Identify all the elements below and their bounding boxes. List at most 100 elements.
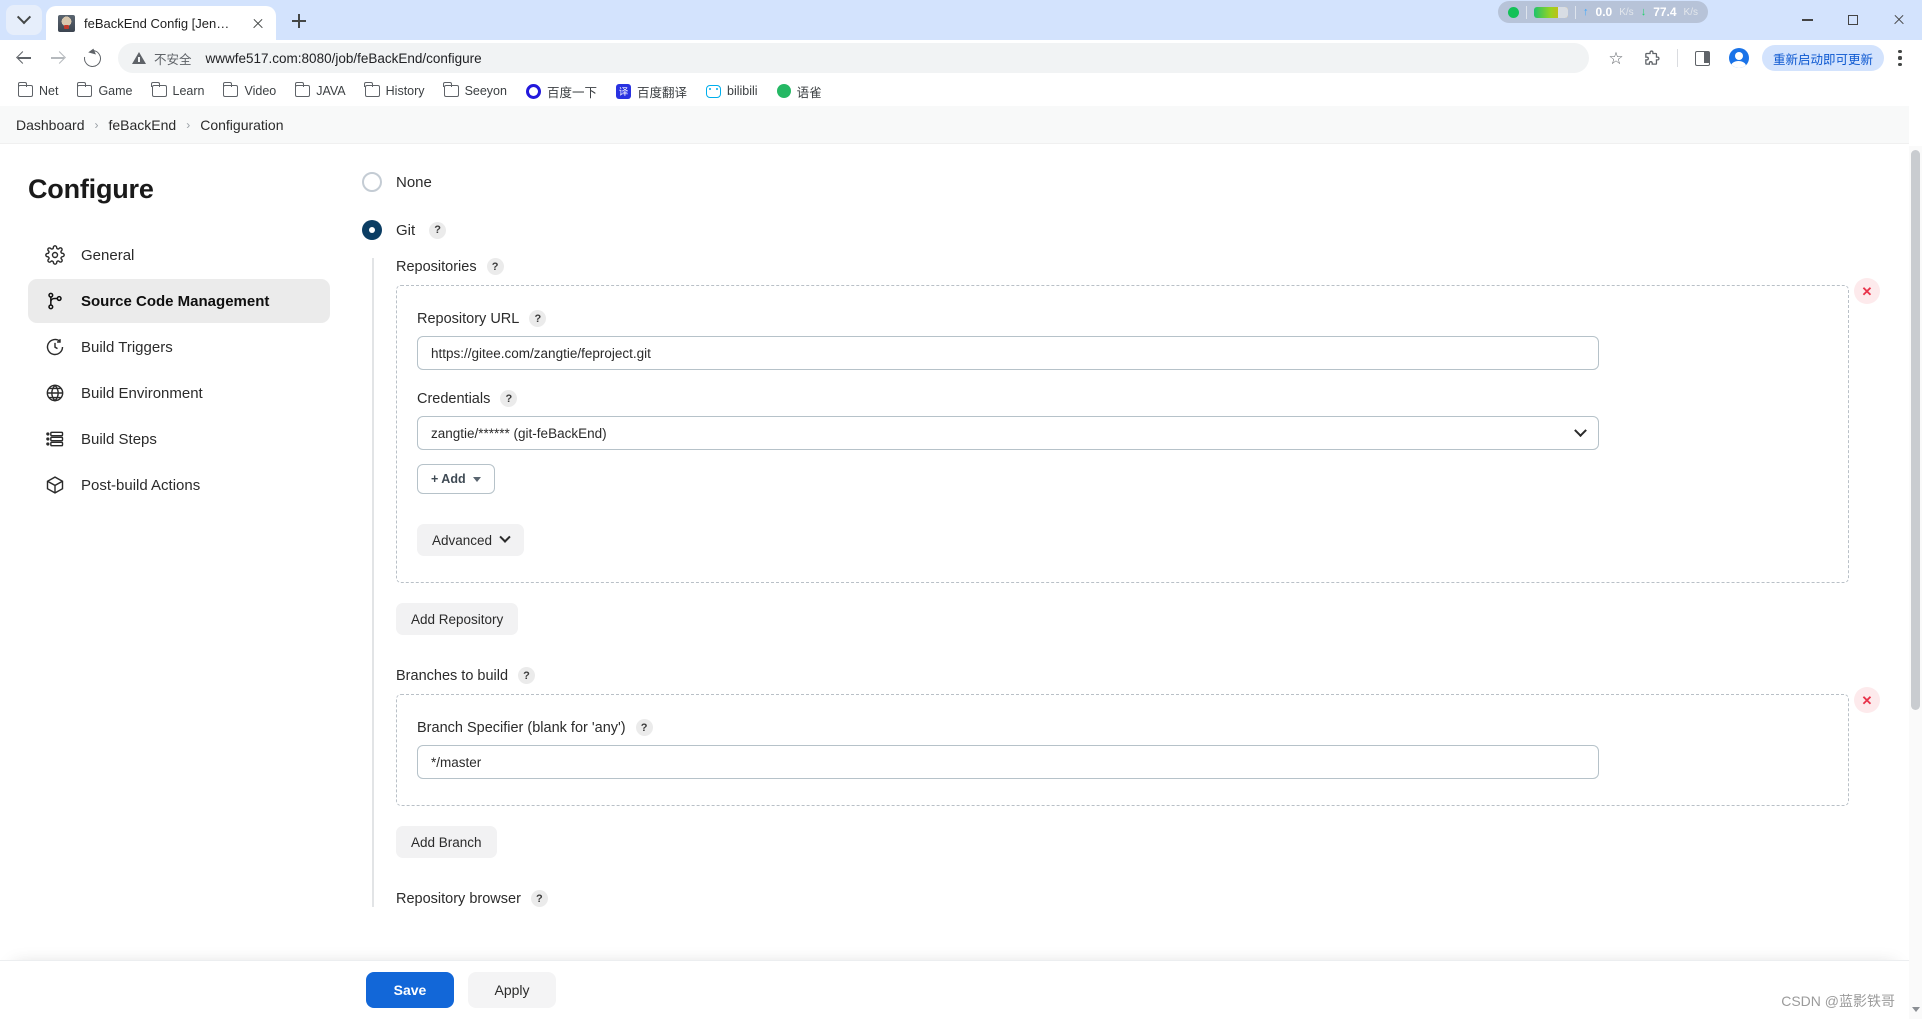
puzzle-piece-icon xyxy=(1645,49,1660,65)
network-speed-widget[interactable]: ↑ 0.0 K/s ↓ 77.4 K/s xyxy=(1498,1,1708,23)
breadcrumb-dashboard[interactable]: Dashboard xyxy=(16,117,85,133)
advanced-button[interactable]: Advanced xyxy=(417,524,525,556)
close-icon[interactable] xyxy=(248,13,268,33)
security-status-text: 不安全 xyxy=(154,52,192,67)
sidebar-item-label: Build Triggers xyxy=(81,338,173,356)
git-settings: Repositories ? ✕ Repository URL ? https:… xyxy=(372,258,1880,907)
tab-search-button[interactable] xyxy=(6,5,42,35)
kebab-menu-icon[interactable] xyxy=(1886,43,1914,73)
delete-x-icon: ✕ xyxy=(1861,283,1873,299)
save-button[interactable]: Save xyxy=(366,972,454,1008)
maximize-icon xyxy=(1848,15,1858,25)
folder-icon xyxy=(364,82,380,97)
branch-block: ✕ Branch Specifier (blank for 'any') ? *… xyxy=(396,687,1880,806)
branches-label-row: Branches to build ? xyxy=(396,667,1849,684)
side-panel-icon xyxy=(1695,50,1711,66)
configure-sidebar: Configure General Source Code Management xyxy=(0,162,330,917)
bookmarks-bar: Net Game Learn Video JAVA History Seeyon… xyxy=(0,76,1922,106)
branch-specifier-label-row: Branch Specifier (blank for 'any') ? xyxy=(417,719,1826,736)
extensions-button[interactable] xyxy=(1635,42,1669,74)
divider xyxy=(1575,5,1577,19)
bookmark-bilibili[interactable]: bilibili xyxy=(698,80,766,102)
minimize-button[interactable] xyxy=(1784,0,1830,40)
folder-icon xyxy=(294,82,311,97)
sidebar-item-general[interactable]: General xyxy=(28,233,330,277)
bookmark-seeyon[interactable]: Seeyon xyxy=(436,80,515,102)
caret-down-icon xyxy=(472,476,481,482)
delete-branch-button[interactable]: ✕ xyxy=(1854,687,1880,713)
credentials-select[interactable]: zangtie/****** (git-feBackEnd) xyxy=(417,416,1599,450)
breadcrumb-febackend[interactable]: feBackEnd xyxy=(109,117,177,133)
bookmark-baidu-fanyi[interactable]: 译百度翻译 xyxy=(608,78,695,105)
chevron-down-icon xyxy=(16,10,32,25)
repository-url-label: Repository URL xyxy=(417,310,520,327)
bookmark-video[interactable]: Video xyxy=(215,80,284,102)
sidebar-item-build-triggers[interactable]: Build Triggers xyxy=(28,325,330,369)
bookmark-learn[interactable]: Learn xyxy=(144,80,213,102)
delete-repository-button[interactable]: ✕ xyxy=(1854,278,1880,304)
add-repository-button[interactable]: Add Repository xyxy=(396,603,519,635)
bilibili-icon xyxy=(706,84,721,98)
help-icon-credentials[interactable]: ? xyxy=(500,390,518,407)
address-bar[interactable]: 不安全 wwwfe517.com:8080/job/feBackEnd/conf… xyxy=(118,43,1589,73)
update-button[interactable]: 重新启动即可更新 xyxy=(1761,45,1884,71)
radio-git[interactable] xyxy=(362,220,382,240)
baidu-icon xyxy=(525,83,541,99)
new-tab-button[interactable] xyxy=(284,6,314,36)
divider xyxy=(1676,49,1678,67)
repository-url-input[interactable]: https://gitee.com/zangtie/feproject.git xyxy=(417,336,1599,370)
help-icon-repository-browser[interactable]: ? xyxy=(530,890,548,907)
back-button[interactable] xyxy=(8,42,40,74)
help-icon-repositories[interactable]: ? xyxy=(486,258,504,275)
bookmark-yuque[interactable]: 语雀 xyxy=(769,78,830,105)
bookmark-baidu[interactable]: 百度一下 xyxy=(518,78,605,105)
bookmark-net[interactable]: Net xyxy=(10,80,66,102)
repository-block: ✕ Repository URL ? https://gitee.com/zan… xyxy=(396,278,1880,583)
browser-tab[interactable]: feBackEnd Config [Jenkins] xyxy=(46,6,276,40)
help-icon-repository-url[interactable]: ? xyxy=(529,310,547,327)
chevron-right-icon: › xyxy=(186,117,191,132)
credentials-selected-value: zangtie/****** (git-feBackEnd) xyxy=(431,425,607,441)
sidebar-item-source-code-management[interactable]: Source Code Management xyxy=(28,279,330,323)
breadcrumb-configuration[interactable]: Configuration xyxy=(200,117,283,133)
bookmark-button[interactable]: ☆ xyxy=(1599,42,1633,74)
arrow-right-icon xyxy=(50,50,66,66)
scm-option-none[interactable]: None xyxy=(362,162,1849,202)
reload-button[interactable] xyxy=(76,42,108,74)
jenkins-page: Dashboard › feBackEnd › Configuration Co… xyxy=(0,106,1909,1019)
sidebar-item-post-build-actions[interactable]: Post-build Actions xyxy=(28,463,330,507)
add-credentials-button[interactable]: + Add xyxy=(417,464,495,494)
sidebar-item-build-steps[interactable]: Build Steps xyxy=(28,417,330,461)
bookmark-game[interactable]: Game xyxy=(69,80,140,102)
advanced-label: Advanced xyxy=(432,532,493,548)
form-action-bar: Save Apply xyxy=(0,961,1909,1019)
close-window-button[interactable] xyxy=(1876,0,1922,40)
scrollbar-thumb[interactable] xyxy=(1911,150,1920,710)
page-content: Configure General Source Code Management xyxy=(0,144,1909,917)
add-branch-button[interactable]: Add Branch xyxy=(396,826,497,858)
scroll-down-button[interactable] xyxy=(1909,1003,1922,1017)
branch-specifier-input[interactable]: */master xyxy=(417,745,1599,779)
scm-option-git[interactable]: Git ? xyxy=(362,210,1849,250)
help-icon-branch-specifier[interactable]: ? xyxy=(635,719,653,736)
avatar-icon xyxy=(1728,48,1749,68)
sidebar-item-build-environment[interactable]: Build Environment xyxy=(28,371,330,415)
radio-none[interactable] xyxy=(362,172,382,192)
profile-button[interactable] xyxy=(1722,42,1756,74)
download-speed-unit: K/s xyxy=(1683,6,1698,18)
browser-window: feBackEnd Config [Jenkins] ↑ 0.0 K/s ↓ 7… xyxy=(0,0,1922,1019)
warning-triangle-icon xyxy=(132,51,146,65)
maximize-button[interactable] xyxy=(1830,0,1876,40)
help-icon-git[interactable]: ? xyxy=(429,221,447,239)
bookmark-history[interactable]: History xyxy=(357,80,433,102)
repository-browser-label-row: Repository browser ? xyxy=(396,890,1849,907)
apply-button[interactable]: Apply xyxy=(468,972,556,1008)
sidebar-item-label: Build Steps xyxy=(81,430,157,448)
radio-label-none: None xyxy=(396,173,432,191)
help-icon-branches[interactable]: ? xyxy=(518,667,536,684)
credentials-label: Credentials xyxy=(417,390,491,407)
bookmark-java[interactable]: JAVA xyxy=(287,80,353,102)
bookmark-label: Net xyxy=(39,84,59,98)
side-panel-button[interactable] xyxy=(1686,42,1720,74)
forward-button[interactable] xyxy=(42,42,74,74)
